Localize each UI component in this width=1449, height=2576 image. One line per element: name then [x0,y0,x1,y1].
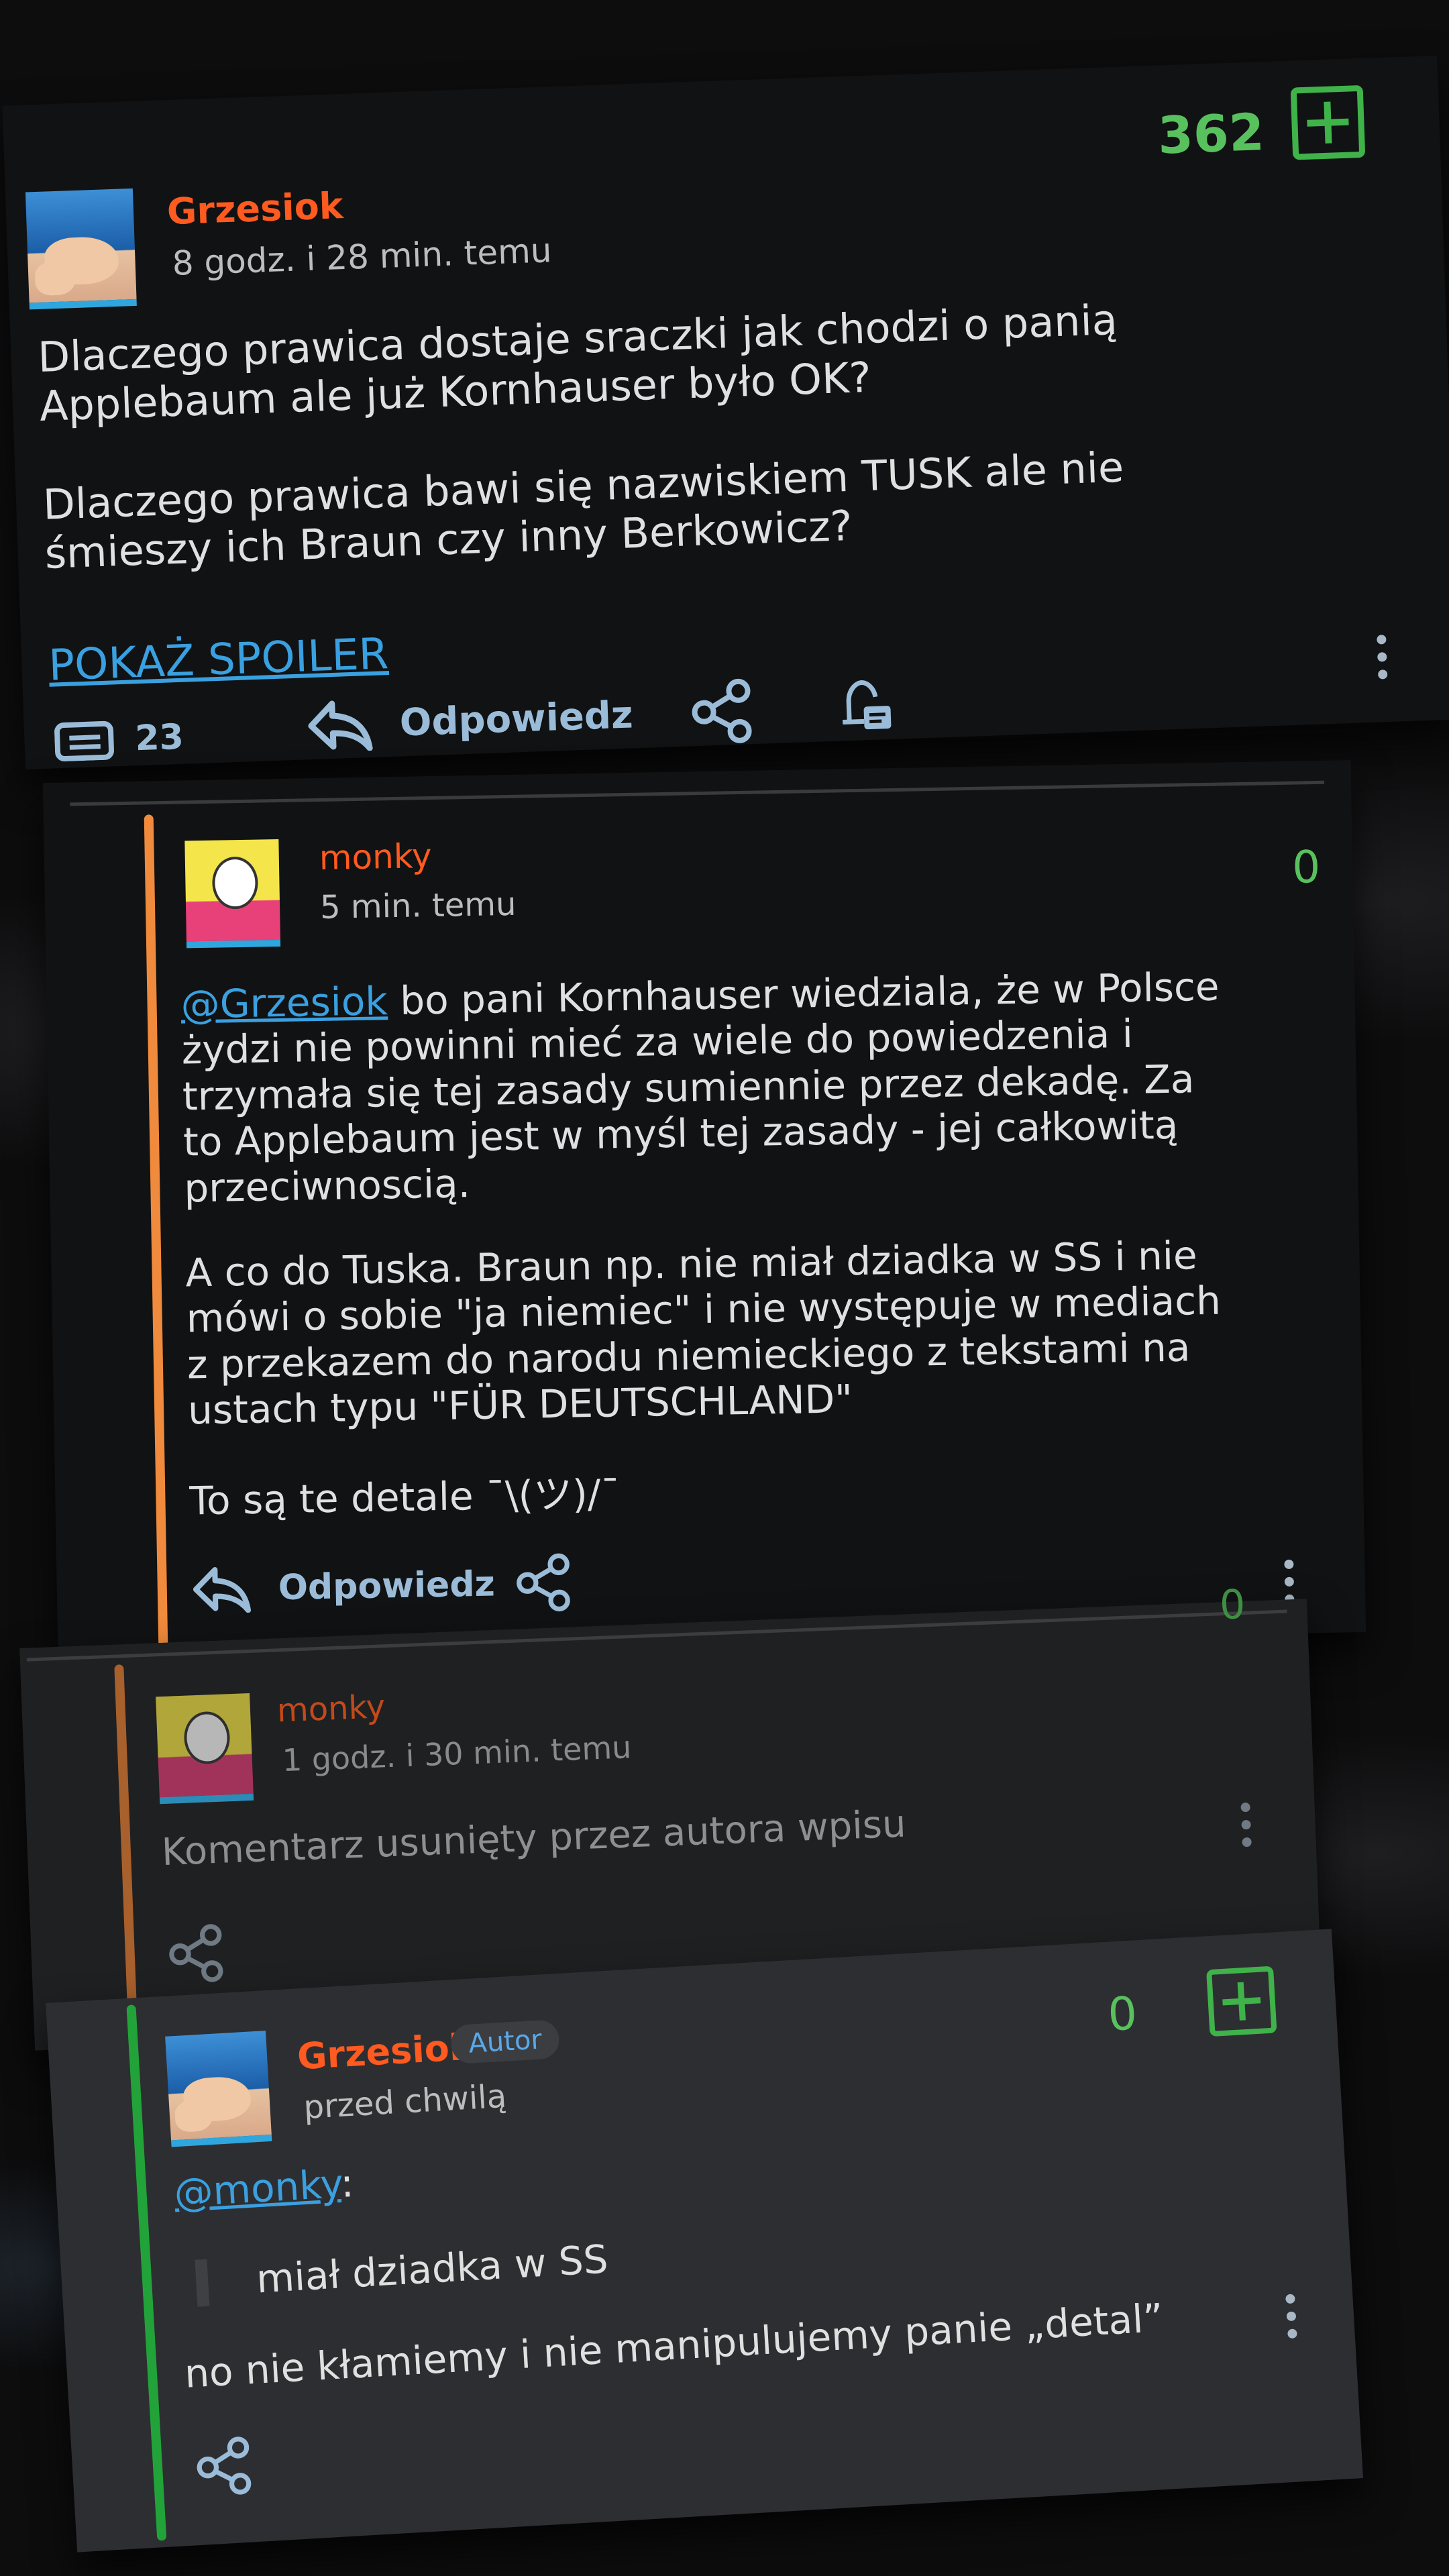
upvote-button[interactable] [1290,85,1366,160]
thread-line [126,2004,167,2541]
author-reply-card: Grzesiok Autor przed chwilą 0 @monky: mi… [45,1929,1364,2553]
avatar[interactable] [165,2031,272,2147]
share-icon [517,1553,570,1612]
avatar[interactable] [156,1693,254,1805]
post-paragraph-2: Dlaczego prawica bawi się nazwiskiem TUS… [42,442,1125,578]
reply-time: 1 godz. i 30 min. temu [281,1729,633,1779]
share-button[interactable] [192,2434,256,2498]
comments-icon [54,720,115,761]
subscribe-button[interactable] [828,672,897,741]
thread-line [144,814,168,1647]
reply-button[interactable]: Odpowiedz [305,688,634,753]
mention-link[interactable]: @monky [173,2161,342,2216]
reply-time: 5 min. temu [319,885,517,926]
reply-more-button[interactable] [1240,1802,1252,1847]
reply-text: @Grzesiok bo pani Kornhauser wiedziala, … [180,962,1338,1212]
reply-time: przed chwilą [303,2077,508,2127]
reply-author[interactable]: monky [319,837,432,877]
reply-score: 0 [1291,841,1321,894]
reply-button[interactable]: Odpowiedz [191,1560,495,1614]
reply-icon [308,700,373,751]
deleted-text: Komentarz usunięty przez autora wpisu [160,1802,907,1875]
post-paragraph-1: Dlaczego prawica dostaje sraczki jak cho… [37,294,1118,431]
reply-text-2: A co do Tuska. Braun np. nie miał dziadk… [184,1232,1222,1434]
quote-bar [195,2259,210,2307]
plus-icon [1222,1982,1261,2021]
avatar[interactable] [184,839,281,949]
post-more-button[interactable] [1377,635,1388,680]
reply-text-3: To są te detale ¯\(ツ)/¯ [189,1470,621,1524]
quote-text: miał dziadka w SS [255,2236,610,2302]
share-button[interactable] [687,677,756,746]
post-author[interactable]: Grzesiok [166,184,344,233]
reply-author[interactable]: Grzesiok [296,2025,474,2078]
share-button[interactable] [513,1552,574,1614]
mention-line: @monky: [173,2160,355,2216]
reply-label: Odpowiedz [278,1564,496,1609]
reply-more-button[interactable] [1285,2294,1297,2339]
reply-text: no nie kłamiemy i nie manipulujemy panie… [183,2294,1165,2397]
mention-suffix: : [339,2160,356,2207]
reply-score: 0 [1106,1987,1139,2042]
spoiler-link-label: POKAŻ SPOILER [48,629,390,691]
avatar[interactable] [25,188,137,310]
bell-icon [843,680,892,730]
post-time: 8 godz. i 28 min. temu [171,231,553,283]
share-icon [169,1924,223,1982]
plus-icon [1307,101,1349,144]
post-score: 362 [1157,102,1266,166]
comments-count: 23 [134,716,184,759]
spoiler-link[interactable]: POKAŻ SPOILER [48,629,389,691]
reply-icon [193,1566,252,1613]
share-icon [197,2436,252,2495]
reply-more-button[interactable] [1284,1559,1295,1604]
author-badge: Autor [449,2019,561,2065]
post-card: Grzesiok 8 godz. i 28 min. temu 362 Dlac… [2,55,1449,770]
comments-button[interactable]: 23 [54,717,184,762]
divider [70,780,1325,806]
share-icon [692,678,752,743]
reply-label: Odpowiedz [398,692,634,745]
thread-line [114,1664,138,2041]
share-button[interactable] [164,1923,227,1985]
reply-score: 0 [1218,1580,1246,1629]
mention-link[interactable]: @Grzesiok [180,978,388,1027]
upvote-button[interactable] [1206,1966,1277,2037]
reply-author[interactable]: monky [276,1688,386,1729]
reply-card: monky 5 min. temu 0 @Grzesiok bo pani Ko… [42,760,1366,1655]
